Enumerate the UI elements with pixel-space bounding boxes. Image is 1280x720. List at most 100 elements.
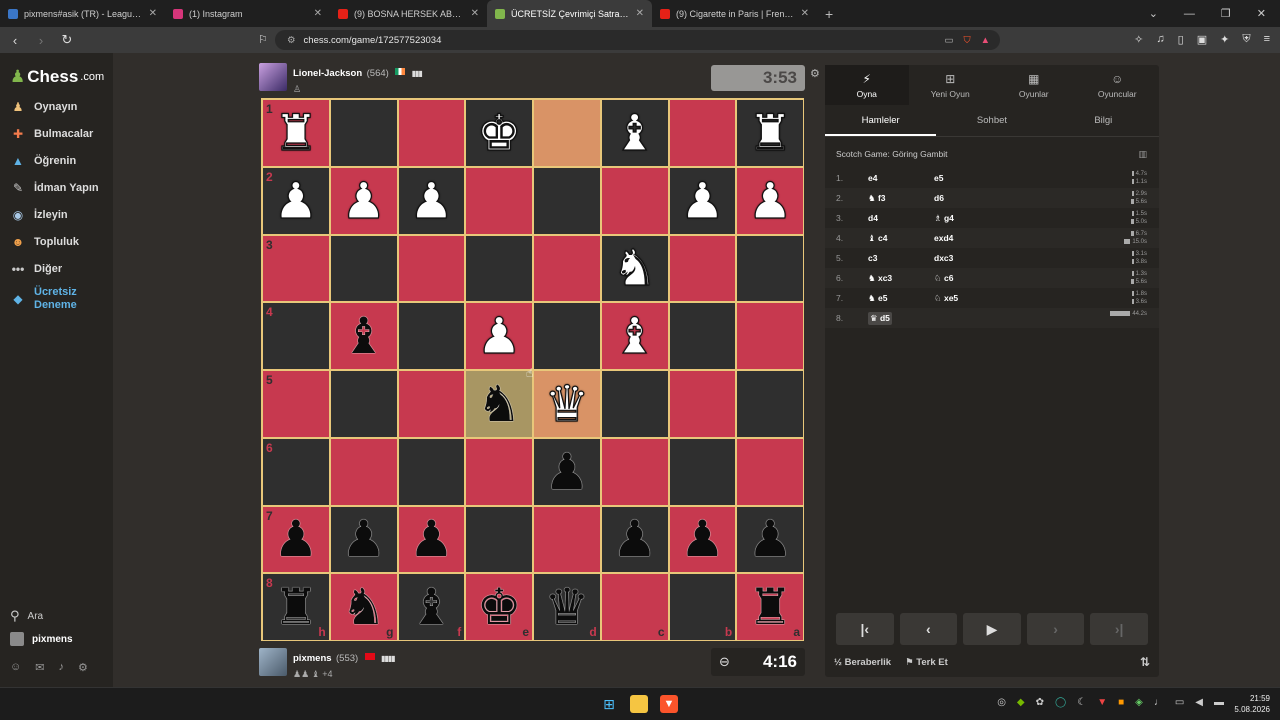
white-rook-piece[interactable]: ♜ (747, 107, 793, 158)
avatar[interactable] (259, 648, 287, 676)
subtab-0[interactable]: Hamleler (825, 107, 937, 136)
board-square[interactable] (533, 505, 601, 574)
black-pawn-piece[interactable]: ♟ (612, 514, 657, 564)
flip-board-icon[interactable]: ⇅ (1140, 655, 1150, 669)
microphone-icon[interactable]: ♩ (1154, 697, 1164, 708)
board-square[interactable] (465, 505, 533, 574)
prev-move-button[interactable]: ‹ (899, 613, 958, 645)
board-square[interactable] (736, 302, 804, 370)
player-name[interactable]: pixmens (293, 653, 332, 664)
white-move[interactable]: e4 (868, 173, 877, 183)
black-king-piece[interactable]: ♚ (477, 582, 522, 632)
board-square[interactable]: 4 (262, 302, 330, 370)
board-square[interactable] (600, 166, 669, 235)
reload-icon[interactable]: ↻ (56, 32, 78, 48)
opponent-name[interactable]: Lionel-Jackson (293, 68, 362, 79)
black-pawn-piece[interactable]: ♟ (341, 514, 386, 564)
tab-new-game[interactable]: ⊞ Yeni Oyun (909, 65, 993, 105)
board-square[interactable]: ♚ e (465, 573, 533, 641)
tab-close-icon[interactable]: ✕ (471, 8, 479, 19)
board-square[interactable]: ♛ d (533, 573, 601, 641)
white-pawn-piece[interactable]: ♟ (408, 175, 454, 226)
black-rook-piece[interactable]: ♜ (748, 582, 793, 632)
white-knight-piece[interactable]: ♞ (612, 243, 658, 294)
black-bishop-piece[interactable]: ♝ (341, 311, 386, 361)
board-square[interactable] (465, 437, 533, 506)
white-bishop-piece[interactable]: ♝ (612, 107, 658, 158)
restore-icon[interactable]: ❐ (1221, 7, 1231, 20)
black-bishop-piece[interactable]: ♝ (409, 582, 454, 632)
white-move[interactable]: ♞ f3 (868, 193, 886, 204)
browser-tab[interactable]: (1) Instagram ✕ (165, 0, 330, 27)
black-pawn-piece[interactable]: ♟ (748, 514, 793, 564)
black-move[interactable]: ♘ xe5 (934, 293, 958, 304)
mail-icon[interactable]: ✉ (35, 661, 44, 674)
white-move[interactable]: ♞ e5 (868, 293, 887, 304)
chess-logo[interactable]: ♟ Chess .com (10, 67, 104, 87)
back-icon[interactable]: ‹ (4, 33, 26, 48)
vpn-icon[interactable]: ⛨ (1242, 33, 1250, 46)
subtab-2[interactable]: Bilgi (1048, 107, 1159, 136)
bookmark-icon[interactable]: ⚐ (258, 33, 268, 46)
browser-tab[interactable]: (9) BOSNA HERSEK ABUR CUBURLAR ✕ (330, 0, 487, 27)
rewards-icon[interactable]: ▲ (981, 35, 990, 46)
board-square[interactable]: ♝ (600, 302, 669, 370)
tray-app-icon[interactable]: ◈ (1135, 697, 1143, 708)
file-explorer-icon[interactable] (630, 695, 648, 713)
next-move-button[interactable]: › (1026, 613, 1085, 645)
board-square[interactable]: 5 (262, 370, 330, 438)
board-square[interactable]: ♟ (736, 505, 804, 574)
black-pawn-piece[interactable]: ♟ (680, 514, 725, 564)
board-square[interactable] (397, 437, 466, 506)
play-button[interactable]: ▶ (963, 613, 1021, 645)
board-square[interactable]: ♞ (600, 234, 669, 303)
black-rook-piece[interactable]: ♜ (273, 582, 318, 632)
black-move[interactable]: ♗ g4 (934, 213, 954, 224)
board-square[interactable] (736, 437, 804, 506)
tray-app-icon[interactable]: ■ (1118, 697, 1124, 708)
white-king-piece[interactable]: ♚ (476, 107, 522, 158)
board-square[interactable]: ♟ (736, 166, 804, 235)
board-settings-icon[interactable]: ⚙ (810, 67, 820, 80)
board-square[interactable]: ♚ (465, 99, 533, 167)
avatar[interactable] (259, 63, 287, 91)
board-square[interactable] (465, 234, 533, 303)
board-square[interactable]: ♟ 7 (262, 505, 330, 574)
tab-close-icon[interactable]: ✕ (636, 8, 644, 19)
white-move[interactable]: d4 (868, 213, 878, 223)
board-square[interactable] (668, 99, 737, 167)
sidebar-icon[interactable]: ▯ (1178, 33, 1184, 46)
sidebar-search[interactable]: ⚲ Ara (10, 608, 43, 624)
black-pawn-piece[interactable]: ♟ (544, 447, 589, 497)
board-square[interactable] (668, 234, 737, 303)
black-pawn-piece[interactable]: ♟ (409, 514, 454, 564)
sidebar-item-trial[interactable]: ◆ Ücretsiz Deneme (10, 286, 76, 312)
first-move-button[interactable]: |‹ (836, 613, 894, 645)
black-queen-piece[interactable]: ♛ (544, 582, 589, 632)
white-move[interactable]: c3 (868, 253, 877, 263)
tray-app-icon[interactable]: ◯ (1055, 697, 1066, 708)
board-square[interactable]: ♜ 1 (262, 99, 330, 167)
sidebar-item-puzzle[interactable]: ✚ Bulmacalar (10, 126, 93, 142)
url-bar[interactable]: ⚙ chess.com/game/172577523034 ▭ ⛉ ▲ (275, 30, 1000, 50)
friends-icon[interactable]: ☺ (10, 661, 21, 674)
board-square[interactable]: ♝ f (397, 573, 466, 641)
board-square[interactable]: c (600, 573, 669, 641)
board-square[interactable]: ♝ (329, 302, 398, 370)
board-square[interactable] (736, 234, 804, 303)
cast-icon[interactable]: ▭ (944, 35, 953, 46)
sidebar-item-more-dots[interactable]: ••• Diğer (10, 261, 62, 277)
menu-icon[interactable]: ≡ (1264, 33, 1270, 46)
white-pawn-piece[interactable]: ♟ (747, 175, 793, 226)
board-square[interactable]: ♟ (397, 505, 466, 574)
board-square[interactable] (668, 437, 737, 506)
board-square[interactable]: ♟ 2 (262, 166, 330, 235)
board-square[interactable]: ♜ a (736, 573, 804, 641)
board-square[interactable]: ♟ (329, 166, 398, 235)
tray-app-icon[interactable]: ▼ (1097, 697, 1107, 708)
board-square[interactable]: ♟ (329, 505, 398, 574)
black-move[interactable]: dxc3 (934, 253, 953, 263)
board-square[interactable] (600, 370, 669, 438)
black-move[interactable]: e5 (934, 173, 943, 183)
site-info-icon[interactable]: ⚙ (287, 35, 296, 46)
